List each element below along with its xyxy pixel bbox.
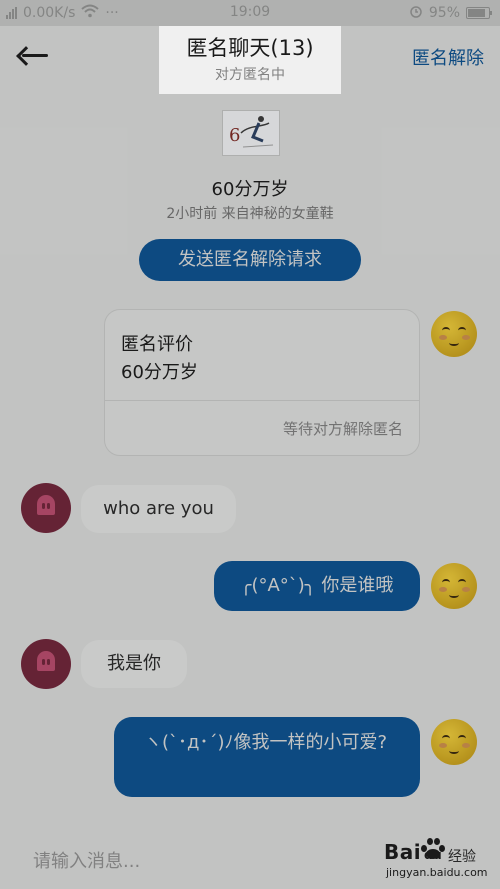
page-title: 匿名聊天(13) [186,36,314,60]
anonymous-review-card: 匿名评价 60分万岁 等待对方解除匿名 [104,309,420,456]
send-unmask-request-button[interactable]: 发送匿名解除请求 [139,239,361,281]
status-bar: 0.00K/s ··· 19:09 95% [0,0,500,26]
profile-meta: 2小时前 来自神秘的女童鞋 [166,206,334,222]
card-title: 匿名评价 [121,334,193,355]
baidu-jingyan-watermark: Bai du 经验 jingyan.baidu.com [384,834,488,882]
message-bubble-outgoing[interactable]: ╭(°A°`)╮ 你是谁哦 [214,561,420,611]
chat-screen: 0.00K/s ··· 19:09 95% 匿名聊天(13) 对方匿名中 匿名解… [0,0,500,889]
profile-drawing: 6 [223,111,279,155]
page-subtitle: 对方匿名中 [215,67,285,83]
my-avatar-emoji-icon[interactable] [431,719,477,765]
battery-icon [466,7,492,19]
alarm-icon [409,4,423,22]
svg-text:6: 6 [229,125,240,146]
card-divider [105,400,419,401]
battery-fill [468,9,485,17]
my-avatar-emoji-icon[interactable] [431,311,477,357]
message-bubble-incoming[interactable]: who are you [81,485,236,533]
profile-name: 60分万岁 [211,179,289,200]
card-status: 等待对方解除匿名 [282,420,403,438]
other-avatar-ghost-icon[interactable] [21,639,71,689]
my-avatar-emoji-icon[interactable] [431,563,477,609]
watermark-product: 经验 [448,849,476,865]
title-box: 匿名聊天(13) 对方匿名中 [159,26,341,94]
status-right: 95% [409,4,492,22]
watermark-brand: Bai [384,840,422,864]
back-arrow-head [16,46,36,66]
message-bubble-outgoing[interactable]: ヽ(`･д･´)ﾉ像我一样的小可爱? [114,717,420,797]
battery-percent: 95% [428,5,460,21]
watermark-url: jingyan.baidu.com [386,866,488,879]
profile-image[interactable]: 6 [222,110,280,156]
message-input[interactable]: 请输入消息... [33,847,140,873]
watermark-brand-suffix: du [424,848,443,862]
back-arrow-icon[interactable] [16,42,50,68]
remove-anonymity-link[interactable]: 匿名解除 [412,44,484,70]
card-name: 60分万岁 [121,362,198,383]
message-bubble-incoming[interactable]: 我是你 [81,640,187,688]
other-avatar-ghost-icon[interactable] [21,483,71,533]
